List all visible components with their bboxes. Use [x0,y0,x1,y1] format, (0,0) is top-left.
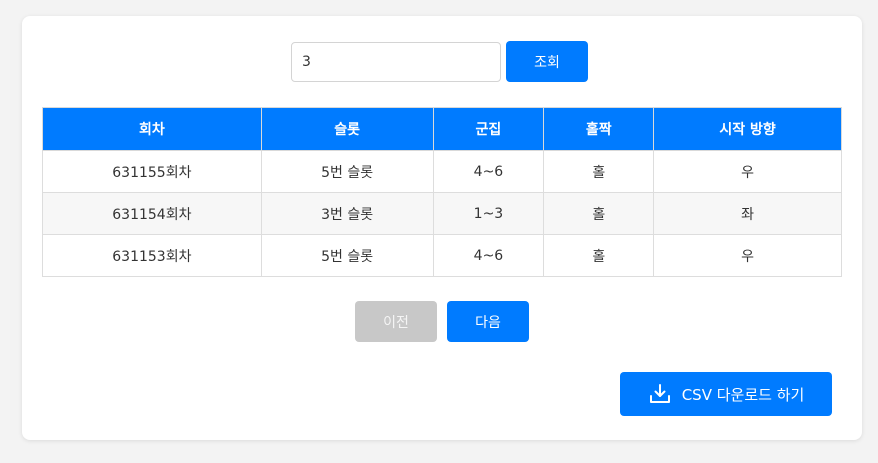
column-header-cluster: 군집 [432,107,545,151]
column-header-start-direction: 시작 방향 [653,107,842,151]
table-row: 631153회차 5번 슬롯 4~6 홀 우 [42,234,842,277]
results-table: 회차 슬롯 군집 홀짝 시작 방향 631155회차 5번 슬롯 4~6 홀 우… [42,107,842,277]
cell-start-direction: 우 [653,234,842,277]
search-button[interactable]: 조회 [506,41,588,82]
cell-odd-even: 홀 [543,192,655,235]
column-header-round: 회차 [42,107,262,151]
cell-round: 631155회차 [42,150,262,193]
csv-download-button[interactable]: CSV 다운로드 하기 [620,372,832,416]
cell-odd-even: 홀 [543,150,655,193]
cell-slot: 5번 슬롯 [260,150,434,193]
table-row: 631154회차 3번 슬롯 1~3 홀 좌 [42,192,842,235]
csv-download-label: CSV 다운로드 하기 [681,385,805,404]
cell-odd-even: 홀 [543,234,655,277]
cell-round: 631153회차 [42,234,262,277]
round-search-input[interactable] [291,42,501,82]
cell-start-direction: 좌 [653,192,842,235]
cell-cluster: 4~6 [432,234,545,277]
cell-start-direction: 우 [653,150,842,193]
previous-page-button[interactable]: 이전 [355,301,437,342]
download-icon [648,382,672,406]
cell-cluster: 1~3 [432,192,545,235]
next-page-button[interactable]: 다음 [447,301,529,342]
cell-round: 631154회차 [42,192,262,235]
table-header-row: 회차 슬롯 군집 홀짝 시작 방향 [42,107,842,151]
cell-slot: 3번 슬롯 [260,192,434,235]
column-header-odd-even: 홀짝 [543,107,655,151]
cell-cluster: 4~6 [432,150,545,193]
cell-slot: 5번 슬롯 [260,234,434,277]
table-row: 631155회차 5번 슬롯 4~6 홀 우 [42,150,842,193]
search-bar: 조회 [22,41,862,82]
column-header-slot: 슬롯 [260,107,434,151]
main-card: 조회 회차 슬롯 군집 홀짝 시작 방향 631155회차 5번 슬롯 4~6 [22,16,862,440]
